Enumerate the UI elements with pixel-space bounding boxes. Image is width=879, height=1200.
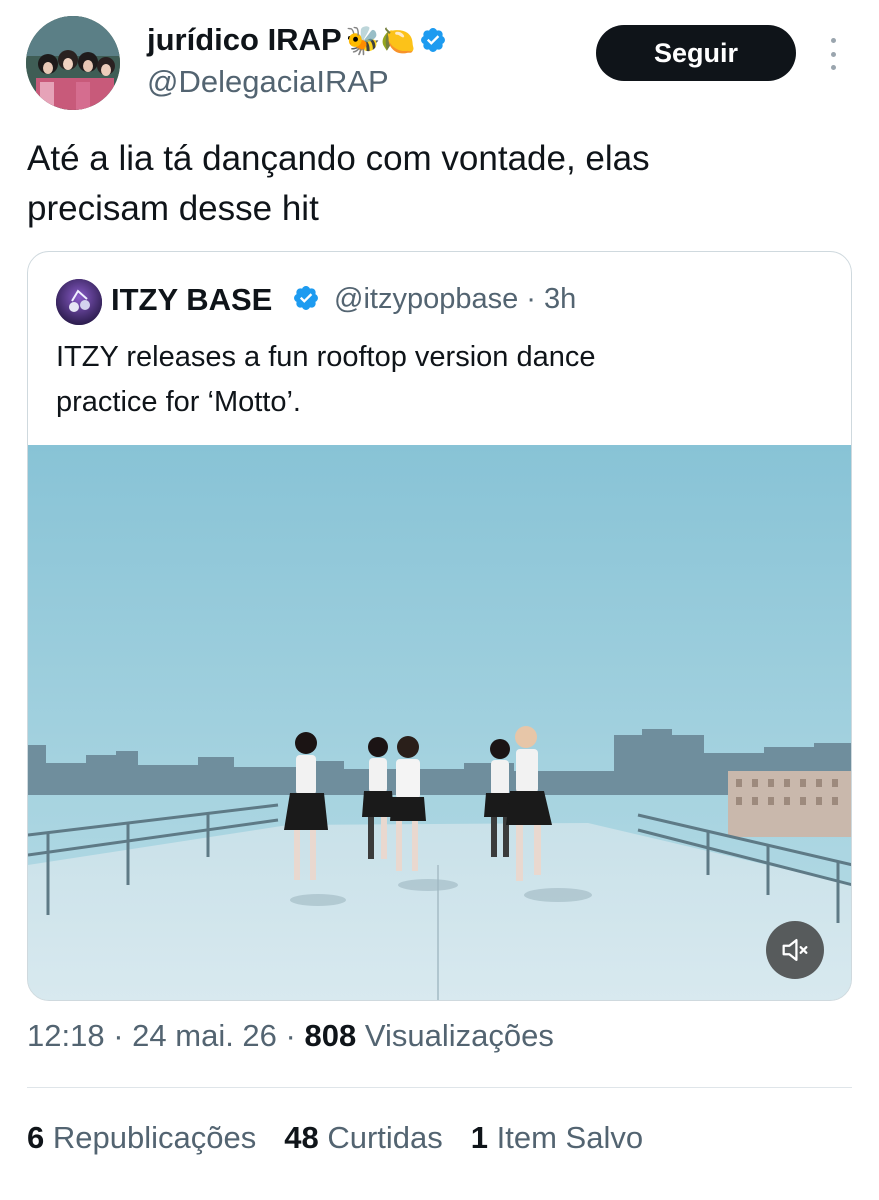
quoted-tweet-text: ITZY releases a fun rooftop version danc… xyxy=(56,335,826,425)
views-count: 808 xyxy=(304,1018,357,1053)
author-display-name: jurídico IRAP xyxy=(147,22,342,57)
likes-stat[interactable]: 48 Curtidas xyxy=(284,1120,443,1156)
verified-badge-icon xyxy=(421,28,446,52)
divider xyxy=(27,1087,852,1088)
quoted-video[interactable] xyxy=(28,445,851,1000)
meta-separator-1: · xyxy=(113,1018,124,1053)
tweet-text-line-2: precisam desse hit xyxy=(27,189,319,228)
tweet-date[interactable]: 24 mai. 26 xyxy=(132,1018,277,1053)
follow-button[interactable]: Seguir xyxy=(596,25,796,81)
likes-count: 48 xyxy=(284,1120,319,1155)
likes-label: Curtidas xyxy=(327,1120,443,1155)
views-label: Visualizações xyxy=(364,1018,554,1053)
reposts-label: Republicações xyxy=(52,1120,257,1155)
author-avatar-image xyxy=(26,16,120,110)
bookmarks-stat[interactable]: 1 Item Salvo xyxy=(471,1120,643,1156)
quoted-text-line-2: practice for ‘Motto’. xyxy=(56,386,301,418)
author-avatar[interactable] xyxy=(26,16,120,110)
speaker-muted-icon xyxy=(782,938,808,962)
quoted-separator: · xyxy=(526,283,536,315)
mute-toggle-button[interactable] xyxy=(766,921,824,979)
video-frame xyxy=(28,445,851,1000)
bookmarks-count: 1 xyxy=(470,1120,489,1155)
quoted-time: 3h xyxy=(544,283,577,315)
tweet-meta: 12:18 · 24 mai. 26 · 808 Visualizações xyxy=(27,1018,554,1054)
quoted-text-line-1: ITZY releases a fun rooftop version danc… xyxy=(56,341,596,373)
quoted-tweet-card[interactable]: ITZY BASE @itzypopbase · 3h ITZY release… xyxy=(27,251,852,1001)
reposts-stat[interactable]: 6 Republicações xyxy=(27,1120,256,1156)
more-options-icon[interactable] xyxy=(818,36,848,72)
quoted-handle: @itzypopbase xyxy=(334,283,519,315)
meta-separator-2: · xyxy=(285,1018,296,1053)
quoted-handle-time: @itzypopbase · 3h xyxy=(334,283,576,316)
tweet-time[interactable]: 12:18 xyxy=(27,1018,105,1053)
author-handle[interactable]: @DelegaciaIRAP xyxy=(147,64,389,100)
author-name-emojis: 🐝🍋 xyxy=(345,24,416,56)
tweet-text: Até a lia tá dançando com vontade, elas … xyxy=(27,134,847,234)
quoted-author-avatar xyxy=(56,279,102,325)
tweet-text-line-1: Até a lia tá dançando com vontade, elas xyxy=(27,139,650,178)
reposts-count: 6 xyxy=(27,1120,45,1155)
quoted-display-name: ITZY BASE xyxy=(111,282,273,317)
bookmarks-label: Item Salvo xyxy=(496,1120,644,1155)
author-display-name-row[interactable]: jurídico IRAP 🐝🍋 xyxy=(147,22,447,58)
quoted-verified-badge-icon xyxy=(294,286,318,310)
tweet-stats: 6 Republicações 48 Curtidas 1 Item Salvo xyxy=(27,1120,643,1156)
